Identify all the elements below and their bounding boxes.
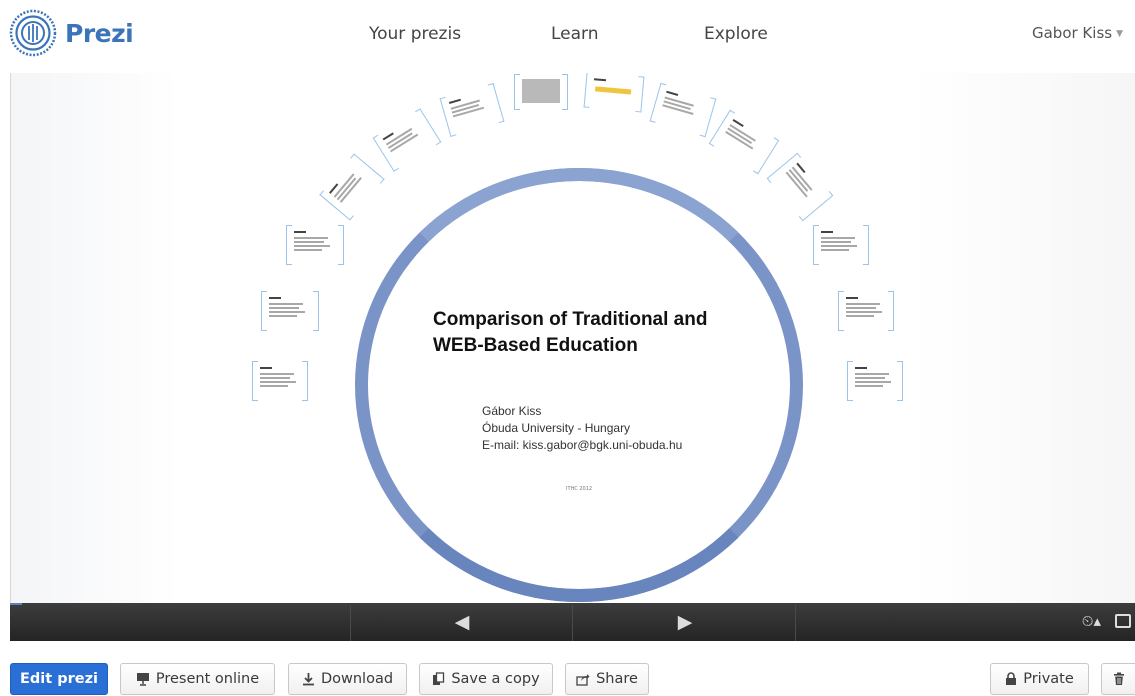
frame-thumbnail[interactable] <box>847 361 903 401</box>
nav-label: Explore <box>704 24 768 44</box>
share-icon <box>576 674 590 686</box>
nav-learn[interactable]: Learn <box>551 24 599 44</box>
logo-text: Prezi <box>65 18 134 48</box>
slide-ring-shade <box>355 168 803 602</box>
slide-email: E-mail: kiss.gabor@bgk.uni-obuda.hu <box>482 438 683 452</box>
progress-indicator <box>10 603 22 605</box>
frame-thumbnail[interactable] <box>321 155 383 219</box>
frame-thumbnail[interactable] <box>711 111 777 173</box>
frame-thumbnail[interactable] <box>441 84 503 136</box>
arrow-right-icon[interactable]: ▶ <box>674 612 696 632</box>
frame-thumbnail[interactable] <box>651 84 715 136</box>
user-menu[interactable]: Gabor Kiss ▼ <box>1032 24 1123 42</box>
trash-icon <box>1113 672 1124 685</box>
frame-thumbnail[interactable] <box>813 225 869 265</box>
divider <box>350 605 351 641</box>
frame-thumbnail[interactable] <box>261 291 319 331</box>
slide-title-line: Comparison of Traditional and <box>433 309 708 330</box>
download-label: Download <box>320 671 394 687</box>
arrow-left-icon[interactable]: ◀ <box>451 612 473 632</box>
slide-title: Comparison of Traditional and WEB-Based … <box>433 307 707 359</box>
user-name: Gabor Kiss <box>1031 24 1113 42</box>
chevron-down-icon: ▼ <box>1116 29 1123 39</box>
save-copy-button[interactable]: Save a copy <box>419 663 553 695</box>
slide-footer: ITHC 2012 <box>566 486 593 492</box>
nav-explore[interactable]: Explore <box>704 24 768 44</box>
action-toolbar: Edit prezi Present online Download Save … <box>0 663 1135 696</box>
delete-button[interactable] <box>1101 663 1135 695</box>
nav-your-prezis[interactable]: Your prezis <box>369 24 461 44</box>
share-label: Share <box>596 671 638 687</box>
edit-prezi-label: Edit prezi <box>19 671 98 687</box>
divider <box>572 605 573 641</box>
lock-icon <box>1006 672 1017 685</box>
slide-author-block: Gábor Kiss Óbuda University - Hungary E-… <box>482 403 682 454</box>
fullscreen-icon[interactable] <box>1115 614 1131 628</box>
prezi-logo[interactable]: Prezi <box>8 8 134 58</box>
share-button[interactable]: Share <box>565 663 649 695</box>
frame-thumbnail[interactable] <box>252 361 308 401</box>
presentation-icon <box>136 673 149 686</box>
divider <box>795 605 796 641</box>
copy-icon <box>433 672 445 685</box>
present-online-label: Present online <box>155 671 260 687</box>
frame-thumbnail[interactable] <box>286 225 344 265</box>
player-controls: ◀ ▶ ⏲▴ <box>10 603 1135 641</box>
save-copy-label: Save a copy <box>451 671 540 687</box>
download-button[interactable]: Download <box>288 663 407 695</box>
edit-prezi-button[interactable]: Edit prezi <box>10 663 108 695</box>
slide-affiliation: Óbuda University - Hungary <box>482 421 631 435</box>
slide-title-line: WEB-Based Education <box>433 335 638 356</box>
nav-label: Your prezis <box>369 24 462 44</box>
presentation-canvas[interactable]: Comparison of Traditional and WEB-Based … <box>10 73 1135 603</box>
prezi-logo-icon <box>9 9 57 57</box>
frame-thumbnail[interactable] <box>374 110 440 170</box>
privacy-button[interactable]: Private <box>990 663 1089 695</box>
nav-label: Learn <box>551 24 599 44</box>
top-header: Prezi Your prezis Learn Explore Gabor Ki… <box>0 0 1135 72</box>
frame-thumbnail[interactable] <box>768 154 832 220</box>
privacy-label: Private <box>1023 671 1074 687</box>
frame-thumbnail[interactable] <box>514 74 568 110</box>
download-icon <box>302 673 314 686</box>
frame-thumbnail[interactable] <box>585 73 643 112</box>
autoplay-icon[interactable]: ⏲▴ <box>1082 612 1101 630</box>
frame-thumbnail[interactable] <box>838 291 894 331</box>
slide-author: Gábor Kiss <box>482 404 542 418</box>
present-online-button[interactable]: Present online <box>120 663 275 695</box>
